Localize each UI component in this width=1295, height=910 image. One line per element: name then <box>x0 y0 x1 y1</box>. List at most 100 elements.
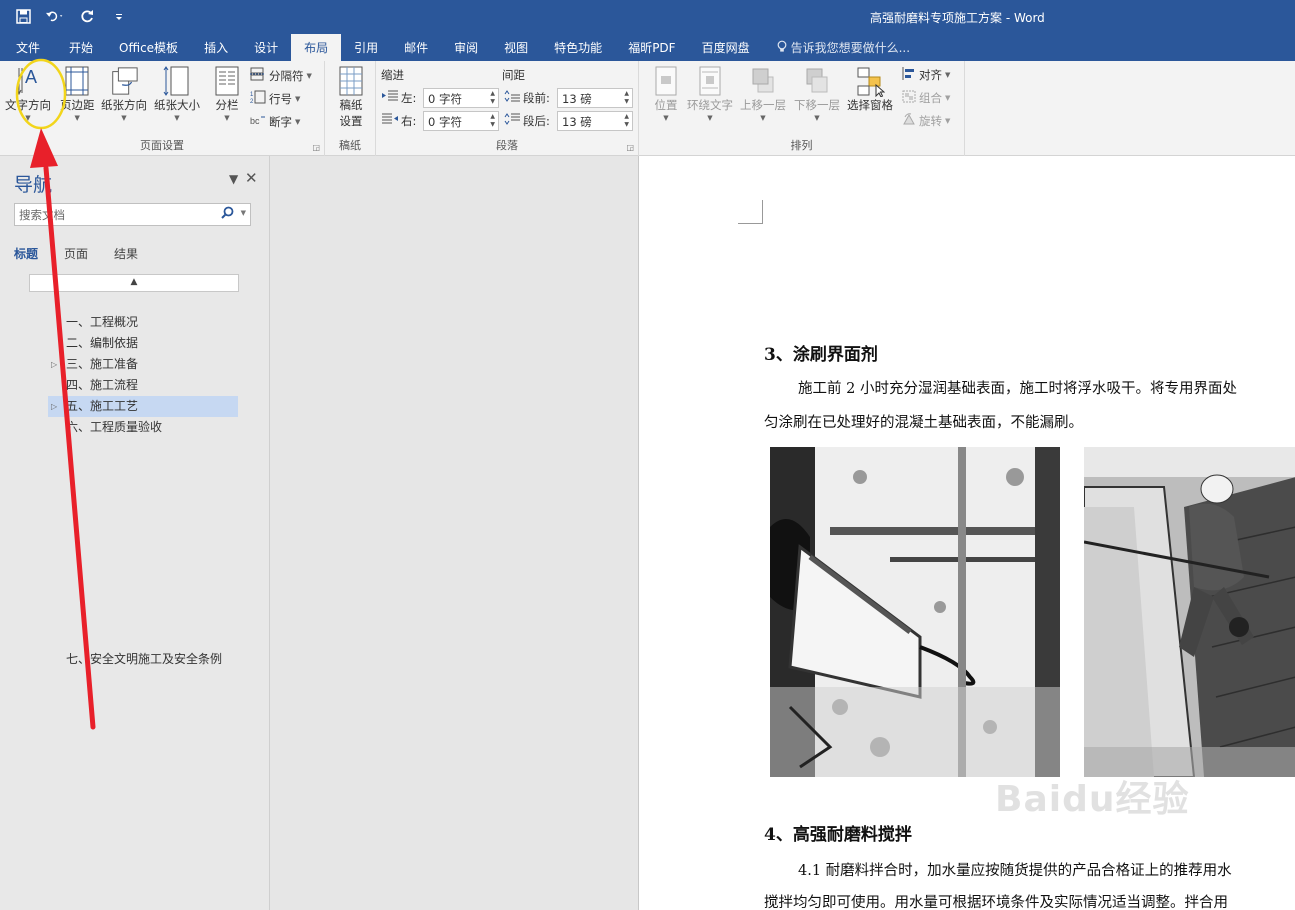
chevron-down-icon[interactable]: ▼ <box>241 209 246 217</box>
align-button[interactable]: 对齐 ▼ <box>902 67 950 83</box>
collapse-up-icon: ▲ <box>130 277 138 287</box>
expand-arrow-icon[interactable]: ▷ <box>51 354 57 375</box>
heading-item[interactable]: 一、工程概况 <box>48 312 238 333</box>
tab-baidu-netdisk[interactable]: 百度网盘 <box>689 34 763 61</box>
manuscript-label-line2: 设置 <box>339 114 363 128</box>
tab-view[interactable]: 视图 <box>491 34 541 61</box>
orientation-button[interactable]: 纸张方向 ▼ <box>101 65 147 122</box>
breaks-label: 分隔符 <box>269 68 304 83</box>
send-backward-button[interactable]: 下移一层 ▼ <box>794 65 840 122</box>
bring-forward-label: 上移一层 <box>740 98 786 112</box>
spacing-before-label: 段前: <box>523 91 550 105</box>
columns-button[interactable]: 分栏 ▼ <box>212 65 242 122</box>
tab-layout[interactable]: 布局 <box>291 34 342 61</box>
spacing-before-input[interactable]: 13 磅 ▲ ▼ <box>557 88 633 108</box>
dialog-launcher-icon[interactable]: ◲ <box>626 143 634 152</box>
nav-search-input[interactable]: 搜索文档 ▼ <box>14 203 251 226</box>
manuscript-settings-button[interactable]: 稿纸 设置 <box>336 65 366 129</box>
indent-left-label: 左: <box>401 91 417 105</box>
redo-icon[interactable] <box>78 6 96 26</box>
manuscript-label-line1: 稿纸 <box>339 98 363 112</box>
heading-text: 一、工程概况 <box>66 315 139 329</box>
tell-me-box[interactable]: 告诉我您想要做什么... <box>763 34 923 61</box>
indent-right-icon <box>382 113 398 128</box>
heading-item[interactable]: 四、施工流程 <box>48 375 238 396</box>
svg-text:1: 1 <box>250 92 254 98</box>
hyphenation-icon: bc <box>250 113 266 130</box>
heading-item[interactable]: ▷ 三、施工准备 <box>48 354 238 375</box>
spacing-before-value: 13 磅 <box>562 92 592 106</box>
dialog-launcher-icon[interactable]: ◲ <box>312 143 320 152</box>
line-numbers-button[interactable]: 12 行号 ▼ <box>250 90 300 107</box>
construction-photo-worker[interactable] <box>1084 447 1295 777</box>
save-icon[interactable] <box>14 6 32 26</box>
word-window: 高强耐磨料专项施工方案 - Word 文件 开始 Office模板 插入 设计 … <box>0 0 1295 910</box>
tab-home[interactable]: 开始 <box>56 34 106 61</box>
nav-tab-results[interactable]: 结果 <box>114 245 138 262</box>
paragraph-group-label: 段落 <box>496 139 518 152</box>
spinner-icon[interactable]: ▲ ▼ <box>490 90 495 106</box>
tell-me-text: 告诉我您想要做什么... <box>790 41 911 55</box>
margins-button[interactable]: 页边距 ▼ <box>60 65 95 122</box>
spinner-icon[interactable]: ▲ ▼ <box>624 113 629 129</box>
heading-item-safety[interactable]: 七、安全文明施工及安全条例 <box>66 650 222 667</box>
group-objects-icon <box>902 90 916 106</box>
search-icon[interactable] <box>221 206 234 223</box>
nav-tab-pages[interactable]: 页面 <box>64 245 88 262</box>
svg-text:bc: bc <box>250 116 260 126</box>
text-direction-label: 文字方向 <box>5 98 51 112</box>
close-icon[interactable]: ✕ <box>245 169 258 187</box>
tab-design[interactable]: 设计 <box>241 34 291 61</box>
heading-item-selected[interactable]: ▷ 五、施工工艺 <box>48 396 238 417</box>
construction-photo-primer[interactable] <box>770 447 1060 777</box>
expand-arrow-icon[interactable]: ▷ <box>51 396 57 417</box>
line-numbers-icon: 12 <box>250 90 266 107</box>
send-backward-label: 下移一层 <box>794 98 840 112</box>
heading-item[interactable]: 六、工程质量验收 <box>48 417 238 438</box>
position-button[interactable]: 位置 ▼ <box>651 65 681 122</box>
text-direction-button[interactable]: A 文字方向 ▼ <box>5 65 51 122</box>
chevron-down-icon: ▼ <box>74 114 80 122</box>
spacing-before-icon <box>504 90 520 105</box>
customize-icon[interactable] <box>110 6 128 26</box>
tab-foxit-pdf[interactable]: 福昕PDF <box>615 34 688 61</box>
indent-left-input[interactable]: 0 字符 ▲ ▼ <box>423 88 499 108</box>
heading-text: 六、工程质量验收 <box>66 420 163 434</box>
tab-insert[interactable]: 插入 <box>191 34 241 61</box>
undo-icon[interactable] <box>46 6 64 26</box>
size-button[interactable]: 纸张大小 ▼ <box>154 65 200 122</box>
heading-list: 一、工程概况 二、编制依据 ▷ 三、施工准备 四、施工流程 ▷ 五、施工工艺 六、工… <box>48 312 238 438</box>
group-objects-button[interactable]: 组合 ▼ <box>902 90 950 106</box>
align-icon <box>902 67 916 83</box>
tab-mailings[interactable]: 邮件 <box>391 34 441 61</box>
rotate-button[interactable]: 旋转 ▼ <box>902 113 950 129</box>
lightbulb-icon <box>777 40 787 56</box>
spacing-after-input[interactable]: 13 磅 ▲ ▼ <box>557 111 633 131</box>
tab-review[interactable]: 审阅 <box>441 34 491 61</box>
nav-tab-headings[interactable]: 标题 <box>14 245 38 262</box>
wrap-text-button[interactable]: 环绕文字 ▼ <box>687 65 733 122</box>
arrange-group-label: 排列 <box>790 139 813 152</box>
tab-office-templates[interactable]: Office模板 <box>106 34 191 61</box>
indent-right-value: 0 字符 <box>428 115 462 129</box>
bring-forward-button[interactable]: 上移一层 ▼ <box>740 65 786 122</box>
chevron-down-icon: ▼ <box>295 117 301 126</box>
selection-pane-button[interactable]: 选择窗格 <box>847 65 893 113</box>
breaks-button[interactable]: 分隔符 ▼ <box>250 67 312 84</box>
spinner-icon[interactable]: ▲ ▼ <box>624 90 629 106</box>
collapse-all-button[interactable]: ▲ <box>29 274 239 292</box>
document-page[interactable]: 3、涂刷界面剂 施工前 2 小时充分湿润基础表面，施工时将浮水吸干。将专用界面处… <box>638 156 1295 910</box>
tab-references[interactable]: 引用 <box>341 34 391 61</box>
hyphenation-button[interactable]: bc 断字 ▼ <box>250 113 300 130</box>
columns-label: 分栏 <box>215 98 239 112</box>
nav-options-icon[interactable]: ▼ <box>229 172 238 186</box>
send-backward-icon <box>802 65 832 97</box>
heading-item[interactable]: 二、编制依据 <box>48 333 238 354</box>
position-label: 位置 <box>654 98 678 112</box>
tab-special-features[interactable]: 特色功能 <box>541 34 615 61</box>
spinner-icon[interactable]: ▲ ▼ <box>490 113 495 129</box>
indent-right-input[interactable]: 0 字符 ▲ ▼ <box>423 111 499 131</box>
tab-file[interactable]: 文件 <box>0 34 56 61</box>
chevron-down-icon: ▼ <box>945 71 951 79</box>
svg-text:2: 2 <box>250 99 254 104</box>
